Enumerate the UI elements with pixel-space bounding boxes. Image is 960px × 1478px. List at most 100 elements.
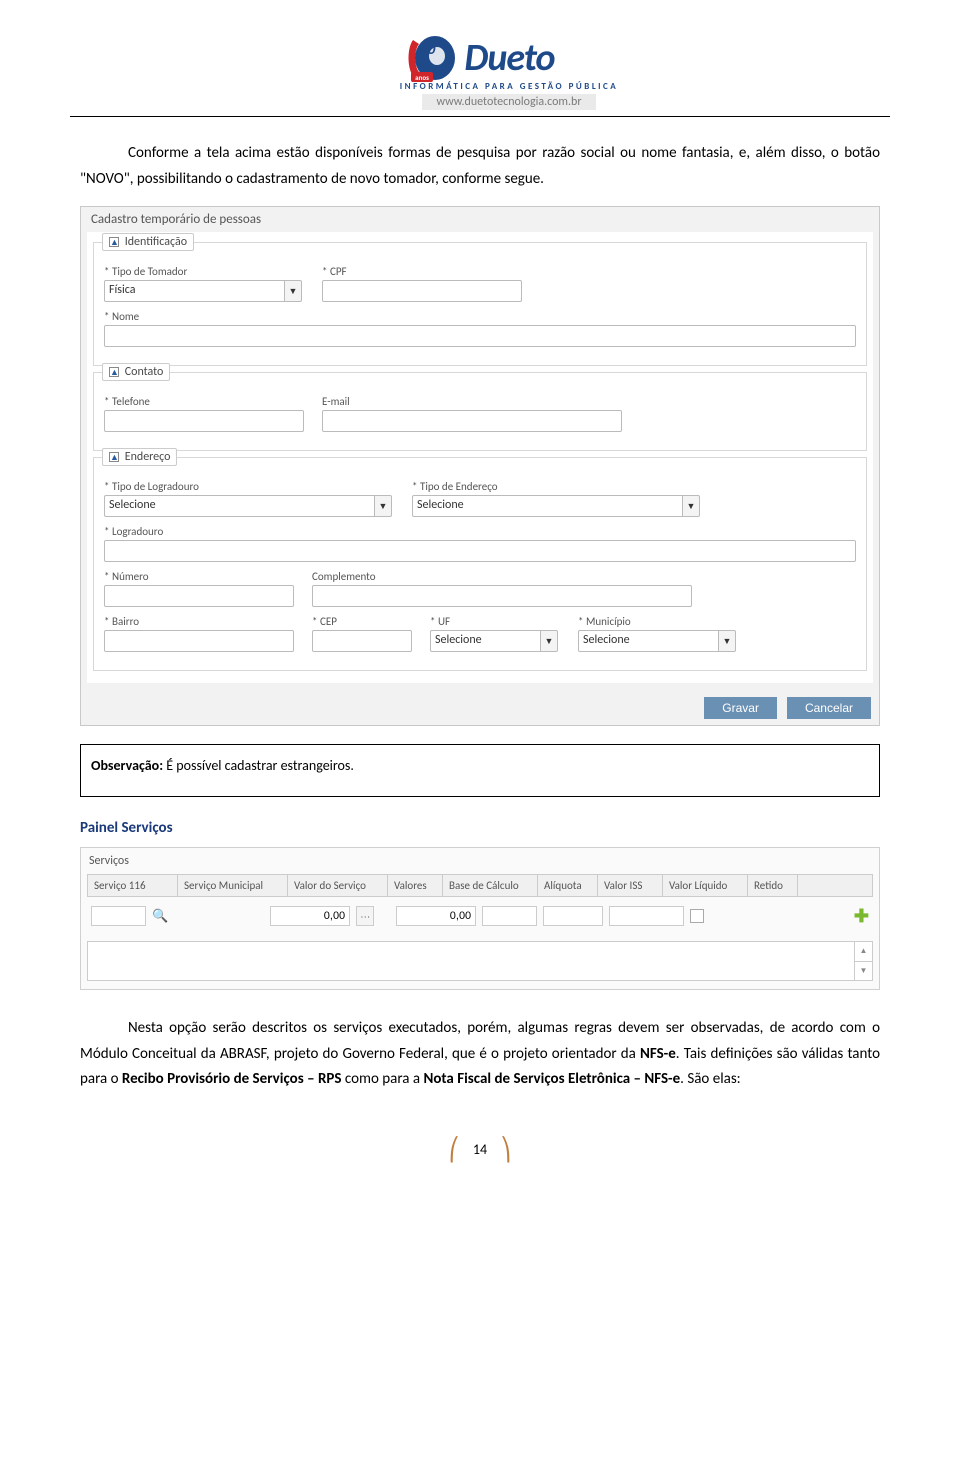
nome-label: * Nome <box>104 310 856 323</box>
page-number: 14 <box>463 1141 497 1158</box>
para2-d: . São elas: <box>680 1070 741 1088</box>
servicos-panel-title: Serviços <box>89 854 873 868</box>
fieldset-contato: ▲ Contato * Telefone E-mail <box>93 372 867 451</box>
col-valores: Valores <box>388 875 443 896</box>
col-servico-116: Serviço 116 <box>88 875 178 896</box>
logradouro-input[interactable] <box>104 540 856 562</box>
col-base-calculo: Base de Cálculo <box>443 875 538 896</box>
collapse-icon: ▲ <box>109 452 119 462</box>
numero-label: * Número <box>104 570 294 583</box>
cep-label: * CEP <box>312 615 412 628</box>
cadastro-form-screenshot: Cadastro temporário de pessoas ▲ Identif… <box>80 206 880 726</box>
gravar-button[interactable]: Gravar <box>704 697 777 719</box>
numero-input[interactable] <box>104 585 294 607</box>
chevron-down-icon: ▼ <box>718 630 736 652</box>
cpf-label: * CPF <box>322 265 522 278</box>
spinner-down-icon[interactable]: ▼ <box>855 962 872 981</box>
para2-bold2: Recibo Provisório de Serviços – RPS <box>122 1070 342 1088</box>
paragraph-intro: Conforme a tela acima estão disponíveis … <box>80 141 880 192</box>
fieldset-label: Identificação <box>125 235 187 249</box>
search-icon[interactable]: 🔍 <box>152 909 168 924</box>
chevron-down-icon: ▼ <box>284 280 302 302</box>
brand-logo: anos 10 Dueto INFORMÁTICA PARA GESTÃO PÚ… <box>342 30 619 110</box>
col-servico-municipal: Serviço Municipal <box>178 875 288 896</box>
email-label: E-mail <box>322 395 622 408</box>
servicos-table-row: 🔍 ⋯ ✚ <box>87 897 873 935</box>
municipio-select[interactable]: Selecione ▼ <box>578 630 738 652</box>
brand-name: Dueto <box>464 35 554 81</box>
para2-c: como para a <box>341 1070 423 1088</box>
uf-label: * UF <box>430 615 560 628</box>
bairro-input[interactable] <box>104 630 294 652</box>
servico116-input[interactable] <box>91 906 146 926</box>
valor-servico-input[interactable] <box>270 906 350 926</box>
section-title-servicos: Painel Serviços <box>80 819 880 837</box>
bracket-left-icon: ⎛ <box>449 1136 460 1163</box>
logo-badge-icon: anos 10 <box>405 30 460 85</box>
observation-text: É possível cadastrar estrangeiros. <box>163 757 354 774</box>
brand-url: www.duetotecnologia.com.br <box>422 94 595 110</box>
page-header: anos 10 Dueto INFORMÁTICA PARA GESTÃO PÚ… <box>80 30 880 110</box>
col-actions <box>798 875 872 896</box>
add-row-icon[interactable]: ✚ <box>854 905 869 927</box>
tipo-tomador-value: Física <box>104 280 284 302</box>
fieldset-endereco: ▲ Endereço * Tipo de Logradouro Selecion… <box>93 457 867 671</box>
header-divider <box>70 116 890 117</box>
tipo-tomador-select[interactable]: Física ▼ <box>104 280 304 302</box>
fieldset-label: Contato <box>125 365 164 379</box>
base-calculo-input[interactable] <box>396 906 476 926</box>
servicos-panel-screenshot: Serviços Serviço 116 Serviço Municipal V… <box>80 847 880 990</box>
chevron-down-icon: ▼ <box>540 630 558 652</box>
email-input[interactable] <box>322 410 622 432</box>
bracket-right-icon: ⎞ <box>500 1136 511 1163</box>
servicos-textarea[interactable]: ▲ ▼ <box>87 941 873 981</box>
bairro-label: * Bairro <box>104 615 294 628</box>
chevron-down-icon: ▼ <box>682 495 700 517</box>
col-retido: Retido <box>748 875 798 896</box>
uf-select[interactable]: Selecione ▼ <box>430 630 560 652</box>
collapse-icon: ▲ <box>109 237 119 247</box>
complemento-label: Complemento <box>312 570 692 583</box>
fieldset-legend-endereco[interactable]: ▲ Endereço <box>102 448 177 466</box>
paragraph-servicos: Nesta opção serão descritos os serviços … <box>80 1016 880 1093</box>
observation-box: Observação: É possível cadastrar estrang… <box>80 744 880 797</box>
para2-bold3: Nota Fiscal de Serviços Eletrônica – NFS… <box>423 1070 680 1088</box>
para2-bold1: NFS-e <box>640 1045 676 1063</box>
municipio-value: Selecione <box>578 630 718 652</box>
observation-label: Observação: <box>91 757 163 774</box>
fieldset-legend-identificacao[interactable]: ▲ Identificação <box>102 233 194 251</box>
svg-text:10: 10 <box>419 40 436 59</box>
tipo-tomador-label: * Tipo de Tomador <box>104 265 304 278</box>
telefone-input[interactable] <box>104 410 304 432</box>
collapse-icon: ▲ <box>109 367 119 377</box>
page-footer: ⎛ 14 ⎞ <box>80 1133 880 1160</box>
uf-value: Selecione <box>430 630 540 652</box>
valor-iss-input[interactable] <box>543 906 603 926</box>
fieldset-identificacao: ▲ Identificação * Tipo de Tomador Física… <box>93 242 867 366</box>
cpf-input[interactable] <box>322 280 522 302</box>
tipo-endereco-value: Selecione <box>412 495 682 517</box>
tipo-endereco-label: * Tipo de Endereço <box>412 480 702 493</box>
municipio-label: * Município <box>578 615 738 628</box>
tipo-logradouro-label: * Tipo de Logradouro <box>104 480 394 493</box>
tipo-logradouro-select[interactable]: Selecione ▼ <box>104 495 394 517</box>
valor-liquido-input[interactable] <box>609 906 684 926</box>
col-valor-servico: Valor do Serviço <box>288 875 388 896</box>
aliquota-input[interactable] <box>482 906 537 926</box>
valores-button[interactable]: ⋯ <box>356 906 374 926</box>
tipo-endereco-select[interactable]: Selecione ▼ <box>412 495 702 517</box>
fieldset-legend-contato[interactable]: ▲ Contato <box>102 363 170 381</box>
cancelar-button[interactable]: Cancelar <box>787 697 871 719</box>
complemento-input[interactable] <box>312 585 692 607</box>
svg-text:anos: anos <box>416 73 430 82</box>
cep-input[interactable] <box>312 630 412 652</box>
col-aliquota: Alíquota <box>538 875 598 896</box>
spinner-up-icon[interactable]: ▲ <box>855 942 872 962</box>
chevron-down-icon: ▼ <box>374 495 392 517</box>
retido-checkbox[interactable] <box>690 909 704 923</box>
nome-input[interactable] <box>104 325 856 347</box>
servicos-table-header: Serviço 116 Serviço Municipal Valor do S… <box>87 874 873 897</box>
col-valor-iss: Valor ISS <box>598 875 663 896</box>
logradouro-label: * Logradouro <box>104 525 856 538</box>
tipo-logradouro-value: Selecione <box>104 495 374 517</box>
